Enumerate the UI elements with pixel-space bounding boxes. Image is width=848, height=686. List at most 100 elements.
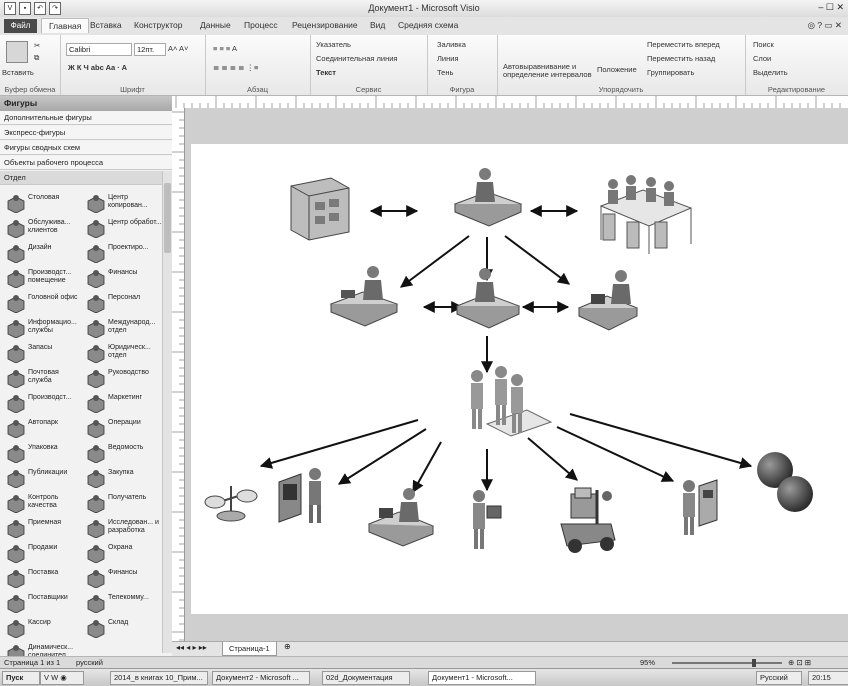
paste-button[interactable]: Вставить (2, 68, 34, 77)
courier-icon[interactable] (473, 490, 502, 549)
vertical-ruler[interactable] (172, 108, 185, 641)
connector-tool[interactable]: Соединительная линия (316, 54, 397, 63)
meeting-icon[interactable] (599, 175, 693, 254)
computer-worker-icon[interactable] (577, 270, 639, 331)
shape-item[interactable]: Информацио... службы (4, 316, 84, 344)
shape-item[interactable]: Операции (84, 416, 164, 444)
connector-13[interactable] (527, 437, 578, 481)
taskbar-item-1[interactable]: 2014_в книгах 10_Прим... (110, 671, 208, 685)
globes-icon[interactable] (757, 452, 813, 512)
find-button[interactable]: Поиск (753, 40, 774, 49)
workstation-icon[interactable] (367, 488, 435, 547)
quick-launch-icons[interactable]: V W ◉ (40, 671, 84, 685)
forklift-icon[interactable] (560, 487, 616, 553)
shape-item[interactable]: Почтовая служба (4, 366, 84, 394)
connector-10[interactable] (337, 428, 427, 485)
window-controls[interactable]: – ☐ ✕ (818, 2, 844, 13)
taskbar-item-3[interactable]: 02d_Документация (322, 671, 410, 685)
start-button[interactable]: Пуск (2, 671, 40, 685)
desk-worker-center-icon[interactable] (455, 268, 521, 329)
info-kiosk-icon[interactable] (278, 468, 321, 523)
format-buttons[interactable]: Ж К Ч abc Aa · A (68, 63, 127, 72)
zoom-slider[interactable] (672, 662, 782, 664)
shape-item[interactable]: Руководство (84, 366, 164, 394)
shape-item[interactable]: Поставщики (4, 591, 84, 619)
shape-item[interactable]: Столовая (4, 191, 84, 219)
tab-file[interactable]: Файл (4, 19, 37, 33)
mail-room-icon[interactable] (290, 177, 350, 241)
font-size-select[interactable]: 12пт. (134, 43, 166, 56)
tab-data[interactable]: Данные (200, 20, 231, 30)
shape-item[interactable]: Контроль качества (4, 491, 84, 519)
font-name-select[interactable]: Calibri (66, 43, 132, 56)
shape-item[interactable]: Приемная (4, 516, 84, 544)
shape-item[interactable]: Финансы (84, 566, 164, 594)
text-tool[interactable]: Текст (316, 68, 336, 77)
connector-3[interactable] (400, 235, 470, 288)
shape-item[interactable]: Центр обработ... (84, 216, 164, 244)
shape-item[interactable]: Финансы (84, 266, 164, 294)
shape-item[interactable]: Кассир (4, 616, 84, 644)
shape-item[interactable]: Обслужива... клиентов (4, 216, 84, 244)
position-button[interactable]: Положение (597, 65, 637, 74)
shape-item[interactable]: Проектиро... (84, 241, 164, 269)
shape-item[interactable]: Охрана (84, 541, 164, 569)
shape-item[interactable]: Производст... помещение (4, 266, 84, 294)
grow-font-icon[interactable]: A˄ A˅ (168, 44, 188, 53)
scales-icon[interactable] (204, 486, 258, 522)
tab-insert[interactable]: Вставка (90, 20, 122, 30)
drawing-page[interactable] (191, 144, 848, 614)
connector-11[interactable] (412, 441, 442, 494)
shape-item[interactable]: Упаковка (4, 441, 84, 469)
group-button[interactable]: Группировать (647, 68, 694, 77)
send-back-button[interactable]: Переместить назад (647, 54, 715, 63)
paste-icon[interactable] (6, 41, 28, 63)
shape-item[interactable]: Склад (84, 616, 164, 644)
team-icon[interactable] (471, 366, 553, 437)
shape-item[interactable]: Центр копирован... (84, 191, 164, 219)
language-indicator[interactable]: Русский (756, 671, 802, 685)
pointer-tool[interactable]: Указатель (316, 40, 351, 49)
connector-9[interactable] (259, 419, 419, 469)
category-quick-shapes[interactable]: Экспресс-фигуры (0, 126, 172, 140)
workflow-diagram[interactable] (191, 144, 848, 614)
fill-button[interactable]: Заливка (437, 40, 466, 49)
layers-button[interactable]: Слои (753, 54, 771, 63)
cashier-icon[interactable] (683, 479, 718, 535)
shapes-scrollbar[interactable] (162, 171, 172, 653)
shape-item[interactable]: Дизайн (4, 241, 84, 269)
zoom-slider-thumb[interactable] (752, 659, 756, 667)
tab-medium-diagram[interactable]: Средняя схема (398, 20, 458, 30)
select-button[interactable]: Выделить (753, 68, 788, 77)
shape-item[interactable]: Телекомму... (84, 591, 164, 619)
manager-desk-icon[interactable] (453, 168, 523, 227)
shape-item[interactable]: Исследован... и разработка (84, 516, 164, 544)
shape-item[interactable]: Международ... отдел (84, 316, 164, 344)
help-icon[interactable]: ◎ ? ▭ ✕ (808, 20, 842, 31)
category-more-shapes[interactable]: Дополнительные фигуры (0, 111, 172, 125)
bring-forward-button[interactable]: Переместить вперед (647, 40, 720, 49)
shape-item[interactable]: Продажи (4, 541, 84, 569)
connector-14[interactable] (556, 426, 675, 482)
shadow-button[interactable]: Тень (437, 68, 453, 77)
category-summary-shapes[interactable]: Фигуры сводных схем (0, 141, 172, 155)
page-nav-icons[interactable]: ◂◂ ◂ ▸ ▸▸ (176, 643, 207, 652)
tab-view[interactable]: Вид (370, 20, 385, 30)
copy-icon[interactable]: ⧉ (34, 53, 39, 63)
tab-home[interactable]: Главная (41, 18, 90, 33)
shape-item[interactable]: Публикации (4, 466, 84, 494)
shape-item[interactable]: Автопарк (4, 416, 84, 444)
shape-item[interactable]: Головной офис (4, 291, 84, 319)
shape-item[interactable]: Получатель (84, 491, 164, 519)
shape-item[interactable]: Юридическ... отдел (84, 341, 164, 369)
connector-5[interactable] (504, 235, 570, 285)
align-icons[interactable]: ≡ ≡ ≡ A (213, 44, 237, 53)
tab-design[interactable]: Конструктор (134, 20, 182, 30)
taskbar-item-2[interactable]: Документ2 - Microsoft ... (212, 671, 310, 685)
category-department[interactable]: Отдел (0, 171, 172, 185)
list-icons[interactable]: ≣ ≣ ≣ ≣ ⋮≡ (213, 63, 258, 72)
tab-process[interactable]: Процесс (244, 20, 278, 30)
shape-item[interactable]: Персонал (84, 291, 164, 319)
taskbar-item-4[interactable]: Документ1 - Microsoft... (428, 671, 536, 685)
auto-align-button[interactable]: Автовыравнивание и определение интервало… (503, 63, 593, 79)
